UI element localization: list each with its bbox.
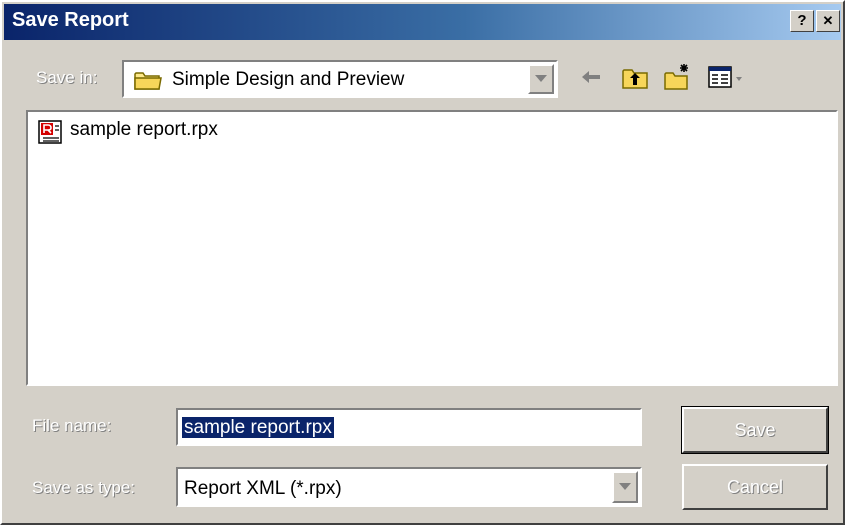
save-report-dialog: Save Report ? ✕ Save in: Simple Design a… — [0, 0, 845, 525]
back-arrow-icon — [582, 71, 600, 83]
back-button[interactable] — [576, 62, 606, 92]
save-as-type-label: Save as type: — [32, 478, 136, 497]
window-title: Save Report — [12, 9, 129, 31]
file-list[interactable]: sample report.rpx — [26, 110, 838, 386]
file-name-input[interactable]: sample report.rpx — [176, 408, 642, 446]
title-bar[interactable]: Save Report ? ✕ — [4, 4, 841, 40]
chevron-down-icon — [619, 483, 631, 490]
save-button[interactable]: Save — [681, 406, 829, 454]
create-new-folder-button[interactable] — [662, 62, 692, 92]
cancel-button[interactable]: Cancel — [682, 464, 828, 510]
file-name-text: sample report.rpx — [70, 119, 218, 140]
view-menu-icon — [708, 66, 742, 88]
folder-icon — [134, 69, 162, 96]
close-button[interactable]: ✕ — [816, 10, 840, 32]
save-as-type-value: Report XML (*.rpx) — [184, 478, 342, 499]
save-in-combo[interactable]: Simple Design and Preview — [122, 60, 558, 98]
up-one-level-icon — [622, 69, 648, 89]
save-in-value: Simple Design and Preview — [172, 69, 405, 90]
save-as-type-combo[interactable]: Report XML (*.rpx) — [176, 467, 642, 507]
file-name-label: File name: — [32, 416, 112, 435]
up-one-level-button[interactable] — [620, 62, 650, 92]
new-folder-icon — [664, 64, 688, 90]
help-button[interactable]: ? — [790, 10, 814, 32]
view-menu-button[interactable] — [706, 62, 750, 92]
save-button-label: Save — [734, 420, 776, 440]
close-icon: ✕ — [822, 13, 834, 28]
cancel-button-label: Cancel — [726, 477, 784, 497]
save-in-label: Save in: — [36, 68, 98, 87]
chevron-down-icon — [535, 75, 547, 82]
report-file-icon — [38, 120, 64, 149]
save-in-dropdown-button[interactable] — [528, 64, 554, 94]
file-name-value: sample report.rpx — [182, 417, 334, 438]
help-icon: ? — [797, 12, 807, 29]
save-as-type-dropdown-button[interactable] — [612, 471, 638, 503]
